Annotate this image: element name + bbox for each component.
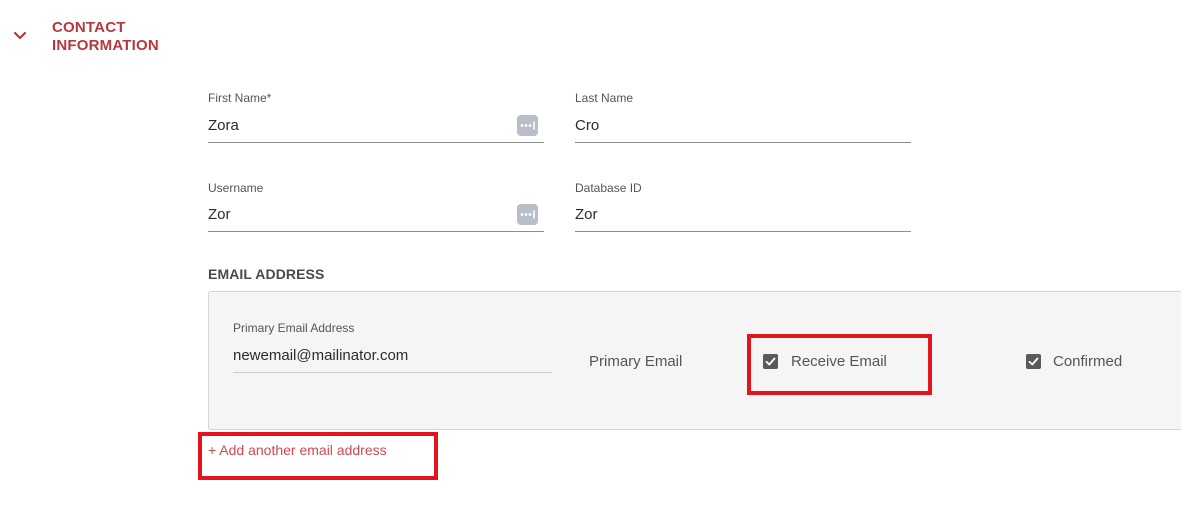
more-dots-icon[interactable] bbox=[517, 115, 538, 136]
primary-email-input[interactable] bbox=[233, 340, 552, 373]
add-email-link[interactable]: + Add another email address bbox=[208, 442, 387, 458]
email-address-heading: EMAIL ADDRESS bbox=[208, 266, 325, 282]
confirmed-checkbox[interactable] bbox=[1026, 354, 1041, 369]
more-dots-icon[interactable] bbox=[517, 204, 538, 225]
primary-email-text: Primary Email bbox=[589, 353, 683, 370]
primary-email-label: Primary Email Address bbox=[233, 321, 355, 335]
first-name-input[interactable] bbox=[208, 110, 544, 143]
database-id-input[interactable] bbox=[575, 199, 911, 232]
receive-email-checkbox[interactable] bbox=[763, 354, 778, 369]
last-name-label: Last Name bbox=[575, 91, 634, 105]
section-title: CONTACT INFORMATION bbox=[52, 19, 159, 54]
confirmed-label: Confirmed bbox=[1053, 353, 1123, 370]
receive-email-label: Receive Email bbox=[791, 353, 887, 370]
first-name-label: First Name* bbox=[208, 91, 272, 105]
username-label: Username bbox=[208, 181, 264, 195]
last-name-input[interactable] bbox=[575, 110, 911, 143]
chevron-down-icon[interactable] bbox=[12, 28, 28, 44]
username-input[interactable] bbox=[208, 199, 544, 232]
database-id-label: Database ID bbox=[575, 181, 642, 195]
